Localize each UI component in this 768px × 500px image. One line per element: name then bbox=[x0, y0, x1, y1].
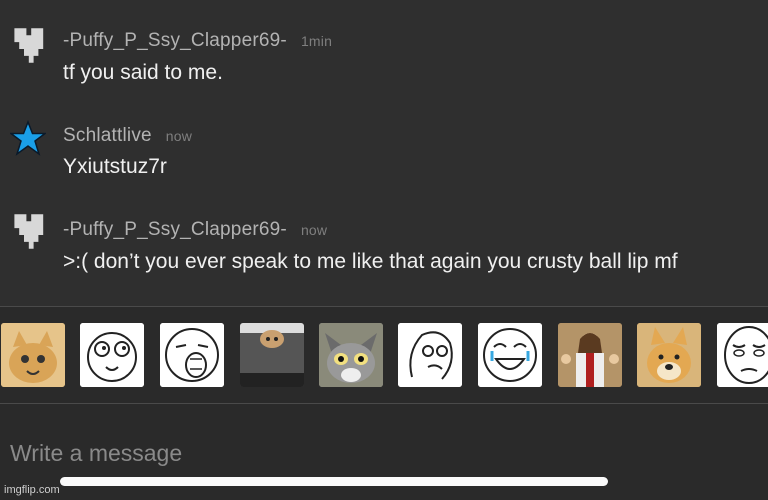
meme-strip bbox=[0, 307, 768, 403]
lol-face-meme[interactable] bbox=[160, 323, 224, 387]
cat-meme[interactable] bbox=[1, 323, 65, 387]
username[interactable]: Schlattlive now bbox=[63, 125, 192, 147]
home-indicator bbox=[60, 477, 608, 486]
username[interactable]: -Puffy_P_Ssy_Clapper69- 1min bbox=[63, 30, 332, 52]
ceiling-cat-meme[interactable] bbox=[240, 323, 304, 387]
happy-cry-face-meme[interactable] bbox=[478, 323, 542, 387]
tom-cat-meme[interactable] bbox=[319, 323, 383, 387]
buddy-jesus-meme[interactable] bbox=[558, 323, 622, 387]
message-text: tf you said to me. bbox=[63, 61, 223, 84]
username-text: Schlattlive bbox=[63, 125, 152, 146]
watermark: imgflip.com bbox=[4, 484, 60, 496]
timestamp: 1min bbox=[300, 33, 333, 49]
timestamp: now bbox=[300, 222, 328, 238]
thinking-face-meme[interactable] bbox=[398, 323, 462, 387]
timestamp: now bbox=[165, 128, 193, 144]
username-text: -Puffy_P_Ssy_Clapper69- bbox=[63, 30, 287, 51]
doge-meme[interactable] bbox=[637, 323, 701, 387]
message-text: >:( don’t you ever speak to me like that… bbox=[63, 250, 678, 273]
heart-pixel-icon[interactable] bbox=[10, 26, 46, 64]
message-input[interactable] bbox=[8, 434, 752, 472]
username-text: -Puffy_P_Ssy_Clapper69- bbox=[63, 219, 287, 240]
blue-star-icon[interactable] bbox=[8, 119, 48, 158]
okay-face-meme[interactable] bbox=[717, 323, 768, 387]
heart-pixel-icon[interactable] bbox=[10, 212, 46, 250]
message-text: Yxiutstuz7r bbox=[63, 155, 167, 178]
username[interactable]: -Puffy_P_Ssy_Clapper69- now bbox=[63, 219, 327, 241]
chat-log: -Puffy_P_Ssy_Clapper69- 1min tf you said … bbox=[0, 0, 768, 306]
rage-face-meme[interactable] bbox=[80, 323, 144, 387]
